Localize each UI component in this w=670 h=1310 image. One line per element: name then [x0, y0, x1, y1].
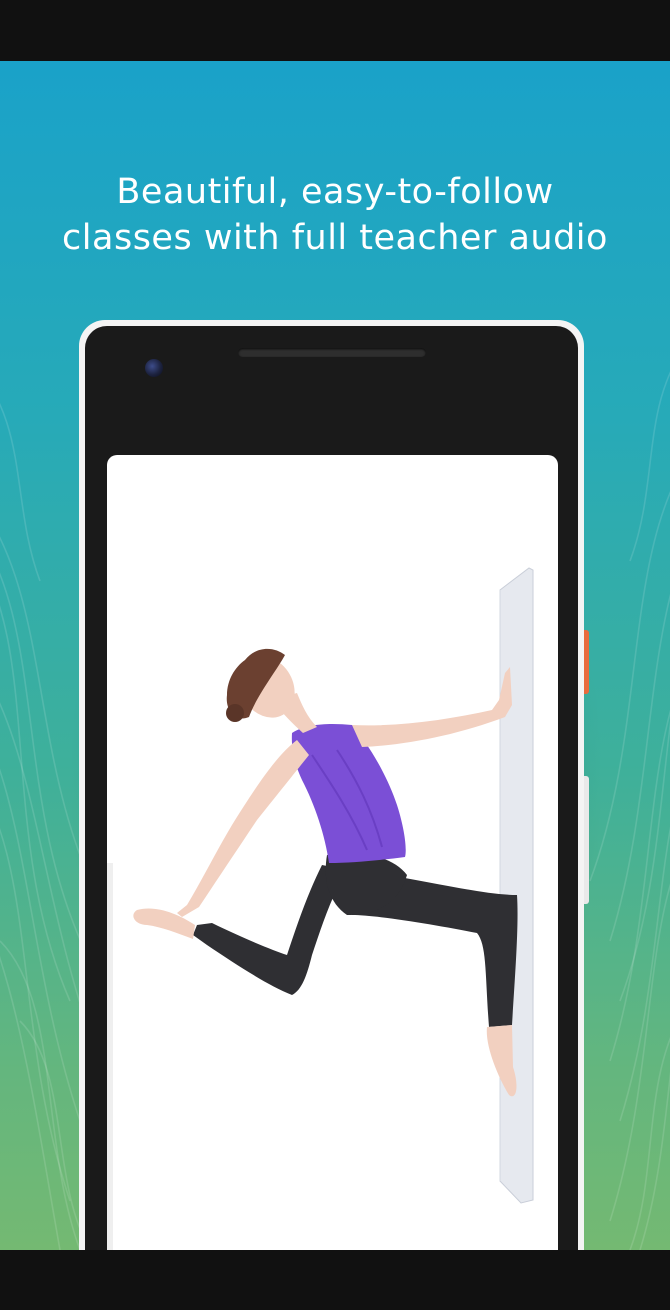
front-leg — [193, 853, 407, 995]
front-camera-icon — [145, 359, 163, 377]
headline-line-2: classes with full teacher audio — [62, 218, 608, 258]
screen-edge — [107, 863, 113, 1250]
yoga-mat — [499, 567, 534, 1204]
arm-to-wall — [352, 667, 512, 747]
phone-screen — [107, 455, 558, 1250]
head — [226, 648, 317, 733]
arm-to-foot — [177, 740, 309, 917]
headline-line-1: Beautiful, easy-to-follow — [116, 172, 554, 212]
navigation-bar — [0, 1250, 670, 1310]
phone-speaker — [238, 348, 426, 357]
yoga-pose-image — [133, 567, 534, 1204]
phone-power-button — [584, 630, 589, 694]
headline: Beautiful, easy-to-follow classes with f… — [0, 169, 670, 261]
phone-volume-button — [584, 776, 589, 904]
status-bar — [0, 0, 670, 61]
